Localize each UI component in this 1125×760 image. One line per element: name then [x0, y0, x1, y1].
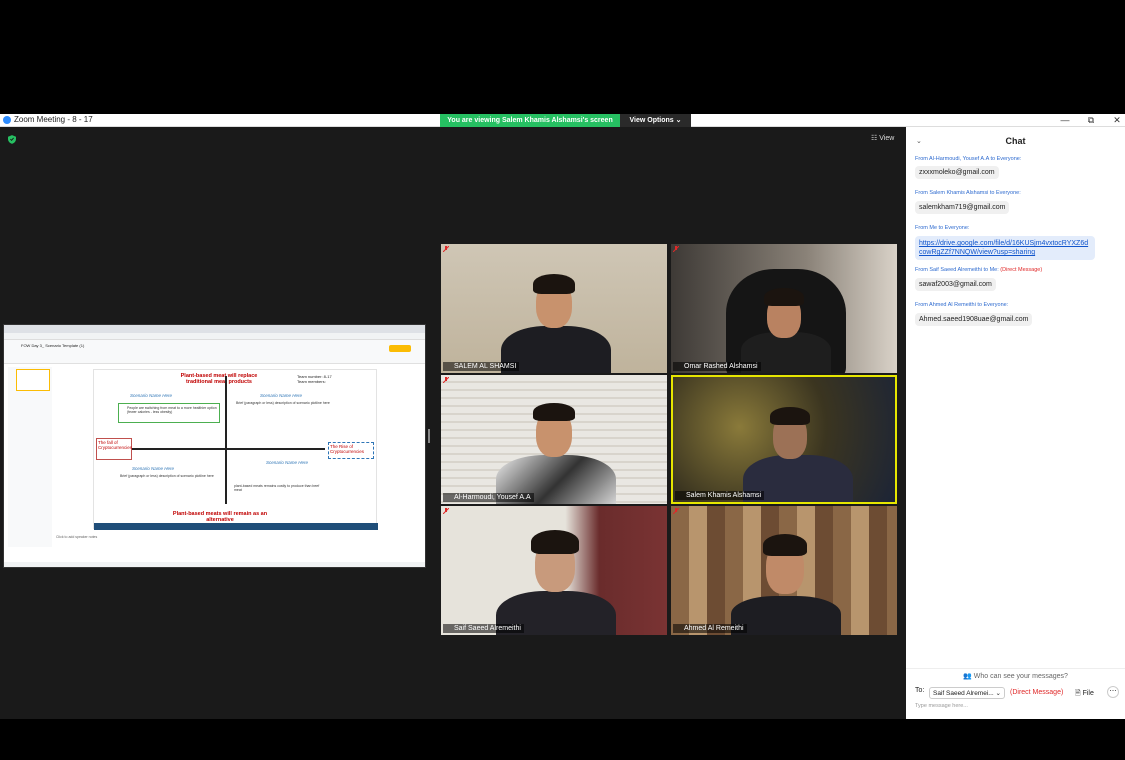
- browser-tab-strip: [4, 325, 425, 333]
- slide-bottom-title: Plant-based meats will remain as an alte…: [172, 511, 268, 523]
- scenario-name-bl: Scenario Name Here: [132, 466, 175, 471]
- split-handle[interactable]: [428, 429, 430, 443]
- message-sender: From Me to Everyone:: [915, 225, 970, 231]
- video-tile[interactable]: Saif Saeed Alremeithi: [441, 506, 667, 635]
- participant-name: Omar Rashed Alshamsi: [673, 362, 761, 371]
- security-shield-icon[interactable]: [8, 135, 16, 144]
- scenario-slide: Plant-based meat will replace traditiona…: [93, 369, 378, 530]
- brief-tr: Brief (paragraph or less) description of…: [236, 401, 330, 405]
- scenario-name-tl: Scenario Name Here: [130, 393, 173, 398]
- message-text[interactable]: sawaf2003@gmail.com: [915, 278, 996, 291]
- zoom-logo-icon: [3, 116, 11, 124]
- scenario-name-tr: Scenario Name Here: [260, 393, 303, 398]
- video-tile[interactable]: Ahmed Al Remeithi: [671, 506, 897, 635]
- chat-panel: ⌄ Chat From Al-Harmoudi, Yousef A.A to E…: [906, 127, 1125, 719]
- video-tile[interactable]: SALEM AL SHAMSI: [441, 244, 667, 373]
- more-options-button[interactable]: ⋯: [1107, 686, 1119, 698]
- recipient-row: To: Saif Saeed Alremei... ⌄ (Direct Mess…: [915, 686, 1120, 700]
- slide-filmstrip: [8, 367, 52, 547]
- view-layout-button[interactable]: ☷ View: [871, 134, 894, 142]
- message-sender-dm: From Saif Saeed Alremeithi to Me: (Direc…: [915, 267, 1043, 273]
- left-axis-label: The fall of Cryptocurrencies: [96, 438, 132, 460]
- chat-title: Chat: [1005, 136, 1026, 146]
- participant-name: Al-Harmoudi, Yousef A.A: [443, 493, 534, 502]
- screen-share-banner: You are viewing Salem Khamis Alshamsi's …: [440, 114, 620, 127]
- title-bar: Zoom Meeting - 8 - 17 You are viewing Sa…: [0, 114, 1125, 127]
- right-axis-label: The Rise of Cryptocurrencies: [328, 442, 374, 459]
- restore-button[interactable]: ⧉: [1081, 114, 1101, 127]
- browser-address-bar: [4, 333, 425, 340]
- window-title: Zoom Meeting - 8 - 17: [14, 115, 93, 124]
- slide-top-title: Plant-based meat will replace traditiona…: [180, 373, 258, 385]
- message-sender: From Ahmed Al Remeithi to Everyone:: [915, 302, 1009, 308]
- participant-name: Ahmed Al Remeithi: [673, 624, 747, 633]
- message-text[interactable]: Ahmed.saeed1908uae@gmail.com: [915, 313, 1033, 326]
- horizontal-axis: [131, 448, 325, 450]
- to-label: To:: [915, 687, 925, 694]
- participant-name: Saif Saeed Alremeithi: [443, 624, 524, 633]
- team-info: Team number: 8-17 Team members:: [297, 374, 332, 384]
- vertical-axis: [225, 376, 227, 504]
- message-input[interactable]: Type message here...: [915, 703, 968, 709]
- participant-name: SALEM AL SHAMSI: [443, 362, 520, 371]
- mic-muted-icon: [443, 377, 449, 383]
- video-tile[interactable]: Al-Harmoudi, Yousef A.A: [441, 375, 667, 504]
- slides-toolbar: FOW Day 3_ Scenario Template (1): [4, 340, 425, 364]
- chevron-down-icon: ⌄: [995, 690, 1001, 697]
- slide-footer: [94, 523, 378, 530]
- people-icon: 👥: [963, 673, 972, 680]
- file-button[interactable]: 🗎 File: [1075, 689, 1094, 700]
- message-sender: From Al-Harmoudi, Yousef A.A to Everyone…: [915, 156, 1022, 162]
- mic-muted-icon: [443, 246, 449, 252]
- who-can-see-link[interactable]: 👥 Who can see your messages?: [906, 668, 1125, 680]
- speaker-notes: Click to add speaker notes: [56, 535, 98, 539]
- participant-name: Salem Khamis Alshamsi: [675, 491, 765, 500]
- minimize-button[interactable]: —: [1055, 114, 1075, 127]
- recipient-dropdown[interactable]: Saif Saeed Alremei... ⌄: [929, 687, 1005, 699]
- message-sender: From Salem Khamis Alshamsi to Everyone:: [915, 190, 1021, 196]
- slide-thumbnail: [16, 369, 50, 391]
- mic-muted-icon: [673, 246, 679, 252]
- message-link[interactable]: https://drive.google.com/file/d/16KUSjm4…: [915, 236, 1095, 260]
- brief-bl: Brief (paragraph or less) description of…: [120, 474, 214, 478]
- message-text[interactable]: zxxxmoleko@gmail.com: [915, 166, 999, 179]
- view-options-button[interactable]: View Options ⌄: [620, 114, 691, 127]
- file-icon: 🗎: [1075, 690, 1081, 697]
- scenario-bullet-box: People are switching from meat to a more…: [118, 403, 220, 423]
- mic-muted-icon: [443, 508, 449, 514]
- shared-screen[interactable]: FOW Day 3_ Scenario Template (1) Plant-b…: [3, 324, 426, 568]
- direct-message-label: (Direct Message): [1010, 689, 1064, 696]
- share-button-mini: [389, 345, 411, 352]
- scenario-name-br: Scenario Name Here: [266, 460, 309, 465]
- video-tile[interactable]: Omar Rashed Alshamsi: [671, 244, 897, 373]
- message-text[interactable]: salemkham719@gmail.com: [915, 201, 1010, 214]
- zoom-window: Zoom Meeting - 8 - 17 You are viewing Sa…: [0, 114, 1125, 719]
- document-title: FOW Day 3_ Scenario Template (1): [21, 343, 85, 348]
- close-button[interactable]: ✕: [1107, 114, 1125, 127]
- mic-muted-icon: [673, 508, 679, 514]
- meeting-area: ☷ View FOW Day 3_ Scenario Template (1) …: [0, 127, 906, 719]
- slides-bottom-bar: [4, 562, 425, 567]
- brief-br: plant-based meats remains costly to prod…: [234, 484, 320, 492]
- video-tile-active-speaker[interactable]: Salem Khamis Alshamsi: [671, 375, 897, 504]
